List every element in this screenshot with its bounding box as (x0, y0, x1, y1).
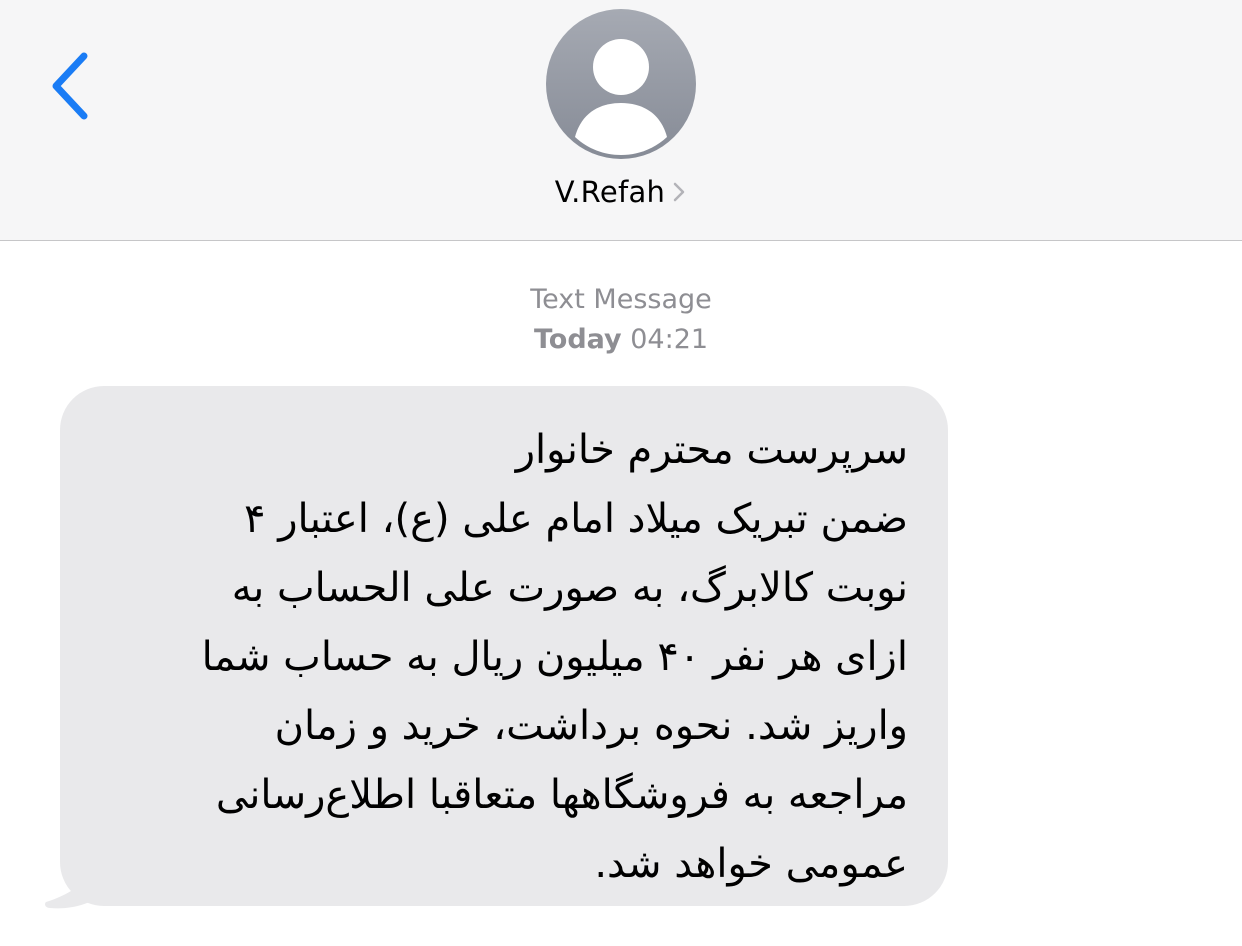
day-label: Today (533, 324, 622, 355)
message-line: نوبت کالابرگ، به صورت علی الحساب به (231, 565, 908, 611)
timestamp-label: Today 04:21 (0, 320, 1242, 360)
message-line: عمومی خواهد شد. (594, 841, 908, 887)
message-line: ضمن تبریک میلاد امام علی (ع)، اعتبار ۴ (244, 496, 908, 542)
contact-details-button[interactable]: V.Refah (0, 170, 1242, 214)
chevron-left-icon (52, 52, 88, 120)
time-label: 04:21 (630, 324, 709, 355)
message-line: ازای هر نفر ۴۰ میلیون ریال به حساب شما (201, 634, 908, 680)
contact-avatar[interactable] (546, 9, 696, 159)
service-label: Text Message (530, 284, 712, 315)
message-bubble[interactable]: سرپرست محترم خانوار ضمن تبریک میلاد امام… (60, 386, 948, 906)
received-message[interactable]: سرپرست محترم خانوار ضمن تبریک میلاد امام… (40, 386, 952, 916)
message-text: سرپرست محترم خانوار ضمن تبریک میلاد امام… (78, 416, 908, 899)
message-timestamp: Text Message Today 04:21 (0, 280, 1242, 360)
message-line: سرپرست محترم خانوار (515, 427, 908, 473)
person-icon (575, 39, 667, 155)
back-button[interactable] (44, 48, 100, 124)
message-line: واریز شد. نحوه برداشت، خرید و زمان (274, 703, 908, 749)
contact-name: V.Refah (554, 175, 666, 209)
conversation-header: V.Refah (0, 0, 1242, 241)
message-line: مراجعه به فروشگاهها متعاقبا اطلاع‌رسانی (215, 772, 908, 818)
chevron-right-icon (671, 178, 687, 206)
